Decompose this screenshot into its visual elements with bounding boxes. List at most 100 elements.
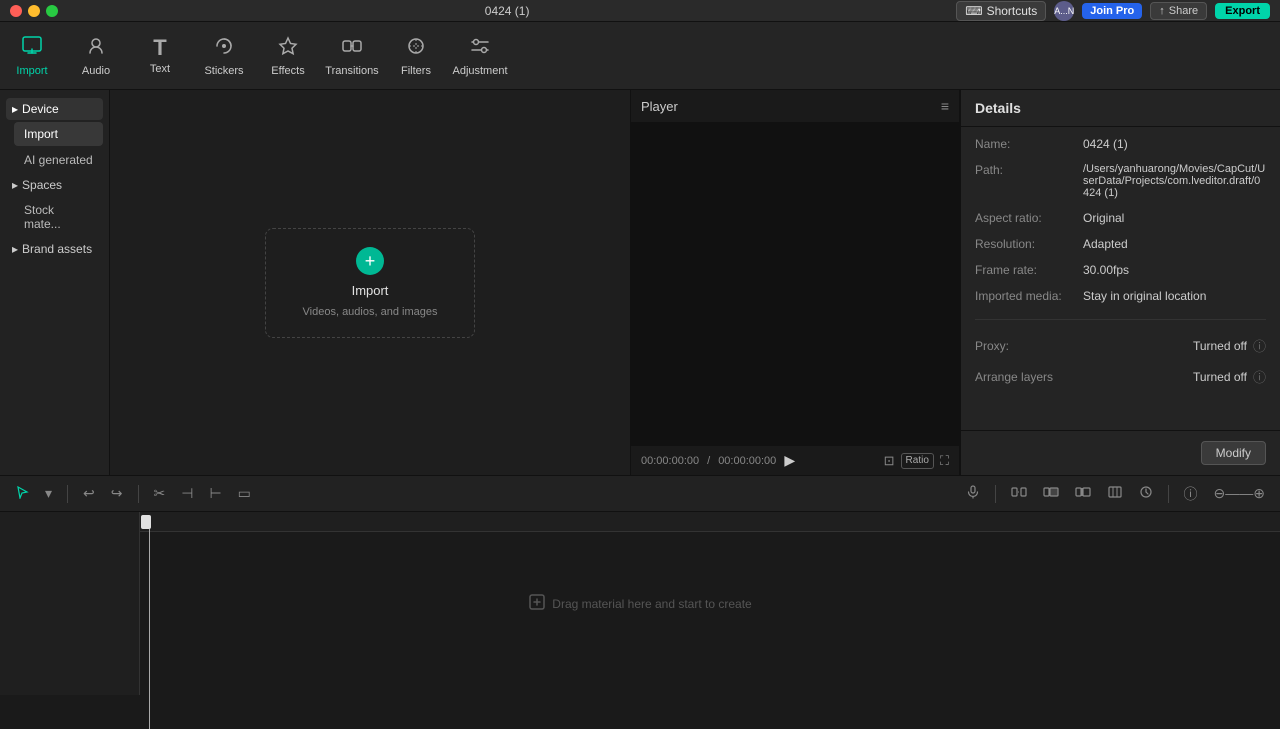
arrange-layers-info-icon[interactable]: ⓘ — [1253, 367, 1266, 386]
proxy-info-icon[interactable]: ⓘ — [1253, 336, 1266, 355]
mic-tool[interactable] — [961, 482, 985, 505]
share-icon: ↑ — [1159, 5, 1165, 17]
zoom-tool[interactable]: ⊖——⊕ — [1209, 482, 1270, 505]
aspect-ratio-value: Original — [1083, 211, 1124, 225]
player-play-button[interactable]: ▶ — [784, 452, 795, 469]
brand-assets-label: Brand assets — [22, 242, 92, 256]
detail-proxy: Proxy: Turned off ⓘ — [975, 336, 1266, 355]
user-avatar: A...N — [1054, 1, 1074, 21]
snap4-tool[interactable] — [1102, 482, 1128, 505]
snap5-tool[interactable] — [1134, 482, 1158, 505]
details-panel: Details Name: 0424 (1) Path: /Users/yanh… — [960, 90, 1280, 475]
effects-label: Effects — [271, 65, 304, 77]
arrange-layers-value: Turned off — [1193, 370, 1247, 384]
sidebar-stock-mate-btn[interactable]: Stock mate... — [14, 198, 103, 236]
text-label: Text — [150, 63, 170, 75]
join-pro-button[interactable]: Join Pro — [1082, 3, 1142, 19]
imported-media-label: Imported media: — [975, 289, 1075, 303]
traffic-lights — [10, 5, 58, 17]
player-fullscreen-icon[interactable]: ⛶ — [940, 453, 949, 469]
toolbar-transitions[interactable]: Transitions — [320, 22, 384, 90]
redo-tool[interactable]: ↪ — [106, 482, 128, 505]
import-card[interactable]: + Import Videos, audios, and images — [265, 228, 475, 338]
sidebar-import-btn[interactable]: Import — [14, 122, 103, 146]
proxy-value: Turned off — [1193, 339, 1247, 353]
toolbar-adjustment[interactable]: Adjustment — [448, 22, 512, 90]
app: Import Audio T Text Stickers Effects — [0, 22, 1280, 695]
spaces-label: Spaces — [22, 178, 62, 192]
import-label: Import — [16, 65, 47, 77]
import-card-sub: Videos, audios, and images — [303, 306, 438, 318]
split-start-tool[interactable]: ⊣ — [176, 482, 198, 505]
modify-button[interactable]: Modify — [1201, 441, 1266, 465]
timeline-cursor — [145, 512, 147, 695]
cut-tool[interactable]: ✂ — [149, 482, 171, 505]
toolbar-filters[interactable]: Filters — [384, 22, 448, 90]
sidebar-brand-assets-header[interactable]: ▸ Brand assets — [6, 238, 103, 260]
resolution-value: Adapted — [1083, 237, 1128, 251]
shortcuts-label: Shortcuts — [987, 4, 1038, 18]
cursor-tool[interactable] — [10, 482, 34, 505]
cursor-dropdown[interactable]: ▾ — [40, 482, 57, 505]
player-time-start: 00:00:00:00 — [641, 455, 699, 467]
frame-rate-label: Frame rate: — [975, 263, 1075, 277]
arrange-layers-label: Arrange layers — [975, 370, 1075, 384]
shortcuts-button[interactable]: ⌨ Shortcuts — [956, 1, 1046, 21]
ratio-badge[interactable]: Ratio — [901, 453, 934, 469]
zoom-info-tool[interactable]: ⓘ — [1179, 481, 1203, 507]
player-time-separator: / — [707, 455, 710, 467]
timeline-section: ▾ ↩ ↪ ✂ ⊣ ⊢ ▭ — [0, 475, 1280, 695]
snap3-tool[interactable] — [1070, 482, 1096, 505]
audio-icon — [85, 35, 107, 61]
detail-path: Path: /Users/yanhuarong/Movies/CapCut/Us… — [975, 163, 1266, 199]
split-end-tool[interactable]: ⊢ — [204, 482, 226, 505]
close-button[interactable] — [10, 5, 22, 17]
sidebar-ai-generated-btn[interactable]: AI generated — [14, 148, 103, 172]
shortcuts-icon: ⌨ — [965, 4, 982, 18]
snap2-tool[interactable] — [1038, 482, 1064, 505]
adjustment-label: Adjustment — [452, 65, 507, 77]
player-panel: Player ≡ 00:00:00:00 / 00:00:00:00 ▶ ⊡ R… — [630, 90, 960, 475]
player-snapshot-icon[interactable]: ⊡ — [884, 453, 895, 469]
crop-tool[interactable]: ▭ — [233, 482, 256, 505]
tl-divider-2 — [138, 485, 139, 503]
name-value: 0424 (1) — [1083, 137, 1128, 151]
transitions-icon — [341, 35, 363, 61]
detail-resolution: Resolution: Adapted — [975, 237, 1266, 251]
path-value: /Users/yanhuarong/Movies/CapCut/UserData… — [1083, 163, 1266, 199]
toolbar-effects[interactable]: Effects — [256, 22, 320, 90]
brand-assets-chevron-icon: ▸ — [12, 242, 18, 256]
snap1-tool[interactable] — [1006, 482, 1032, 505]
detail-imported-media: Imported media: Stay in original locatio… — [975, 289, 1266, 303]
toolbar-text[interactable]: T Text — [128, 22, 192, 90]
toolbar-import[interactable]: Import — [0, 22, 64, 90]
transitions-label: Transitions — [325, 65, 378, 77]
sidebar-spaces-header[interactable]: ▸ Spaces — [6, 174, 103, 196]
toolbar-audio[interactable]: Audio — [64, 22, 128, 90]
player-icons: ⊡ Ratio ⛶ — [884, 453, 949, 469]
effects-icon — [277, 35, 299, 61]
undo-tool[interactable]: ↩ — [78, 482, 100, 505]
player-controls: 00:00:00:00 / 00:00:00:00 ▶ ⊡ Ratio ⛶ — [631, 445, 959, 475]
detail-arrange-layers: Arrange layers Turned off ⓘ — [975, 367, 1266, 386]
sidebar: ▸ Device Import AI generated ▸ Spaces St… — [0, 90, 110, 475]
minimize-button[interactable] — [28, 5, 40, 17]
name-label: Name: — [975, 137, 1075, 151]
title-right-actions: ⌨ Shortcuts A...N Join Pro ↑ Share Expor… — [956, 1, 1270, 21]
timeline-toolbar: ▾ ↩ ↪ ✂ ⊣ ⊢ ▭ — [0, 476, 1280, 512]
player-header: Player ≡ — [631, 90, 959, 123]
sidebar-device-header[interactable]: ▸ Device — [6, 98, 103, 120]
media-area: + Import Videos, audios, and images — [110, 90, 630, 475]
maximize-button[interactable] — [46, 5, 58, 17]
import-plus-icon: + — [356, 247, 384, 275]
player-canvas — [631, 123, 959, 445]
toolbar-stickers[interactable]: Stickers — [192, 22, 256, 90]
path-label: Path: — [975, 163, 1075, 199]
share-button[interactable]: ↑ Share — [1150, 2, 1207, 20]
cursor-head — [141, 515, 151, 529]
aspect-ratio-label: Aspect ratio: — [975, 211, 1075, 225]
player-time-end: 00:00:00:00 — [718, 455, 776, 467]
export-button[interactable]: Export — [1215, 3, 1270, 19]
player-menu-icon[interactable]: ≡ — [941, 98, 949, 114]
resolution-label: Resolution: — [975, 237, 1075, 251]
